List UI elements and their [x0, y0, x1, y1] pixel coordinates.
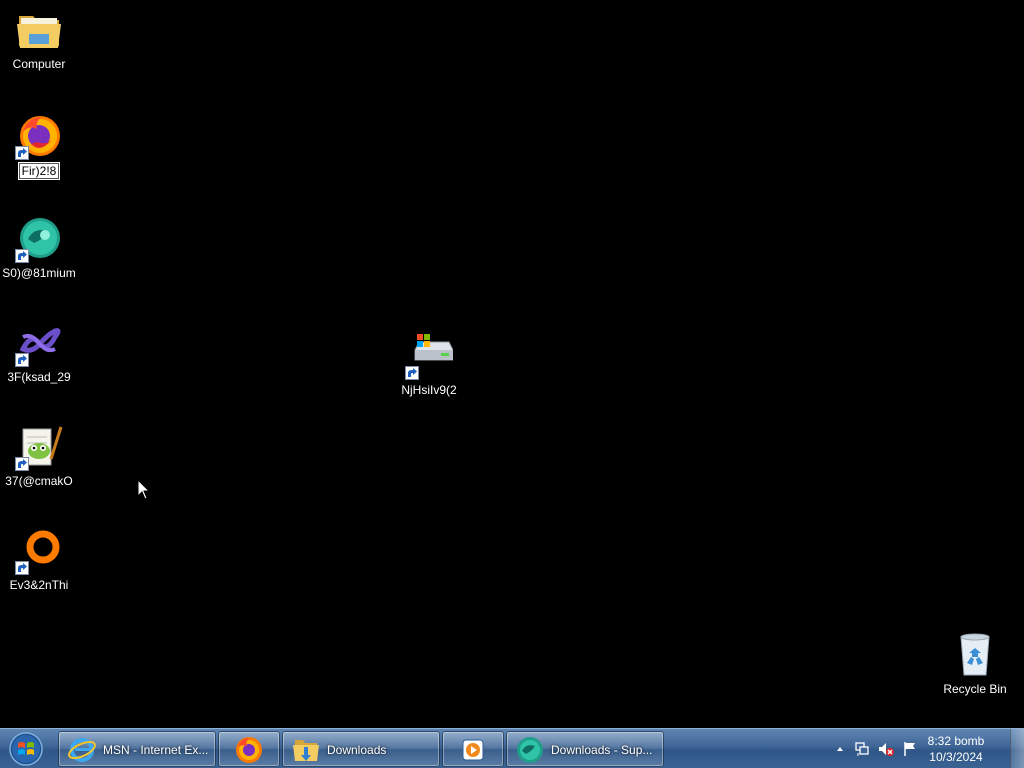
taskbar-button-firefox[interactable] — [218, 731, 280, 767]
taskbar-button-internet-explorer[interactable]: MSN - Internet Ex... — [58, 731, 216, 767]
volume-muted-icon[interactable] — [878, 741, 894, 757]
folder-icon — [15, 6, 63, 54]
desktop-icon-computer[interactable]: Computer — [0, 6, 78, 71]
removable-drive-icon — [405, 332, 453, 380]
desktop-icon-label: Recycle Bin — [943, 682, 1007, 696]
seamonkey-icon — [15, 215, 63, 263]
windows-orb-icon — [9, 732, 43, 766]
rename-input[interactable]: Fir)2!8 — [17, 162, 61, 180]
taskbar-clock[interactable]: 8:32 bomb 10/3/2024 — [910, 733, 1002, 765]
visual-studio-icon — [15, 319, 63, 367]
show-hidden-icons-icon[interactable] — [832, 741, 848, 757]
desktop-icon-removable-drive[interactable]: NjHsiIv9(2 — [390, 332, 468, 397]
media-player-icon — [458, 735, 488, 765]
firefox-icon — [234, 735, 264, 765]
taskbar-button-media-player[interactable] — [442, 731, 504, 767]
start-button[interactable] — [6, 731, 46, 767]
mouse-cursor-icon — [137, 478, 151, 501]
desktop-icon-seamonkey[interactable]: S0)@81mium — [0, 215, 78, 280]
desktop-icon-visual-studio[interactable]: 3F(ksad_29 — [0, 319, 78, 384]
firefox-icon — [15, 112, 63, 160]
desktop-icon-recycle-bin[interactable]: Recycle Bin — [936, 631, 1014, 696]
taskbar-button-label: Downloads — [327, 743, 387, 757]
shortcut-arrow-icon — [15, 561, 29, 575]
internet-explorer-icon — [67, 735, 97, 765]
notepad-plus-icon — [15, 423, 63, 471]
shortcut-arrow-icon — [15, 146, 29, 160]
desktop-icon-label: 37(@cmakO — [5, 474, 73, 488]
desktop-icon-ring-app[interactable]: Ev3&2nThi — [0, 527, 78, 592]
taskbar-button-downloads-folder[interactable]: Downloads — [282, 731, 440, 767]
taskbar-button-label: MSN - Internet Ex... — [103, 743, 209, 757]
desktop-icon-label: Computer — [12, 57, 66, 71]
desktop[interactable]: Computer Fir)2!8 S0)@81mium 3F(ksad_29 3… — [0, 0, 1024, 728]
taskbar-button-seamonkey-downloads[interactable]: Downloads - Sup... — [506, 731, 664, 767]
desktop-icon-label: Ev3&2nThi — [9, 578, 69, 592]
shortcut-arrow-icon — [15, 457, 29, 471]
network-icon[interactable] — [854, 741, 870, 757]
desktop-icon-notepad-plus[interactable]: 37(@cmakO — [0, 423, 78, 488]
shortcut-arrow-icon — [15, 249, 29, 263]
clock-date: 10/3/2024 — [929, 750, 983, 764]
taskbar-button-label: Downloads - Sup... — [551, 743, 653, 757]
desktop-icon-label: S0)@81mium — [2, 266, 76, 280]
shortcut-arrow-icon — [405, 366, 419, 380]
shortcut-arrow-icon — [15, 353, 29, 367]
desktop-icon-firefox[interactable]: Fir)2!8 — [0, 112, 78, 180]
clock-time: 8:32 bomb — [927, 734, 985, 748]
taskbar: MSN - Internet Ex... Downloads Downloads… — [0, 728, 1024, 768]
desktop-icon-label: 3F(ksad_29 — [7, 370, 71, 384]
seamonkey-icon — [515, 735, 545, 765]
desktop-icon-label: NjHsiIv9(2 — [401, 383, 457, 397]
show-desktop-button[interactable] — [1010, 729, 1024, 768]
ring-icon — [15, 527, 63, 575]
folder-icon — [291, 735, 321, 765]
recycle-bin-icon — [951, 631, 999, 679]
